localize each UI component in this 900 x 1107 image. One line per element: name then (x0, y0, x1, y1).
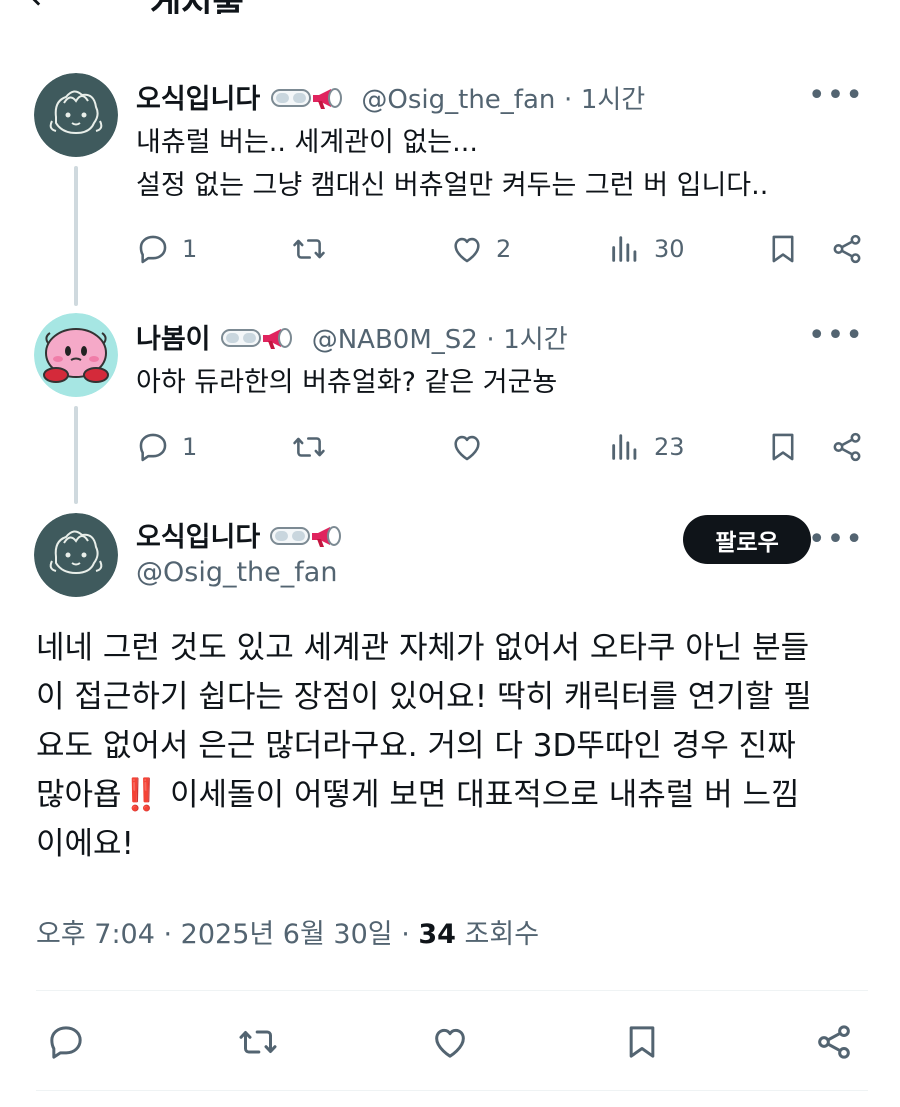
divider (36, 1090, 868, 1091)
heart-icon (454, 237, 480, 263)
timestamp[interactable]: 1시간 (581, 85, 645, 115)
bookmark-button[interactable] (618, 1018, 666, 1066)
bookmark-button[interactable] (766, 229, 800, 269)
views-icon (612, 434, 637, 460)
tweet-actions: 1 23 (136, 427, 866, 467)
separator-dot: · (401, 919, 419, 950)
tweet-header: 나봄이 @NAB0M_S2 · 1시간 (136, 317, 568, 359)
post-text-line: 네네 그런 것도 있고 세계관 자체가 없어서 오타쿠 아닌 분들 (36, 630, 810, 666)
avatar[interactable] (34, 313, 118, 397)
display-name[interactable]: 오식입니다 (136, 515, 352, 557)
reply-button[interactable]: 1 (136, 427, 197, 467)
user-handle[interactable]: @Osig_the_fan (136, 557, 337, 588)
tweet-text: 아하 듀라한의 버츄얼화? 같은 거군뇽 (136, 361, 557, 404)
more-icon[interactable]: ••• (808, 78, 864, 113)
bookmark-icon (629, 1026, 655, 1058)
repost-button[interactable] (292, 427, 326, 467)
arrow-left-icon[interactable]: ← (30, 0, 59, 14)
bookmark-icon (772, 433, 794, 461)
repost-button[interactable] (234, 1018, 282, 1066)
tweet-header: 오식입니다 @Osig_the_fan · 1시간 (136, 77, 645, 119)
goggles-megaphone-icon (270, 84, 353, 119)
more-icon[interactable]: ••• (808, 318, 864, 353)
repost-icon (293, 437, 325, 457)
separator-dot: · (163, 919, 181, 950)
repost-icon (293, 239, 325, 259)
views-count: 34 (418, 919, 456, 950)
like-count: 2 (496, 235, 512, 263)
tweet-text: 내츄럴 버는.. 세계관이 없는... 설정 없는 그냥 캠대신 버츄얼만 켜두… (136, 121, 768, 207)
share-button[interactable] (830, 427, 864, 467)
more-icon[interactable]: ••• (808, 522, 864, 557)
like-button[interactable] (426, 1018, 474, 1066)
user-handle[interactable]: @Osig_the_fan (361, 85, 555, 115)
separator-dot: · (486, 325, 495, 355)
display-name-text: 오식입니다 (136, 522, 261, 553)
like-button[interactable] (450, 427, 484, 467)
timestamp[interactable]: 1시간 (503, 325, 567, 355)
tweet-text-line: 설정 없는 그냥 캠대신 버츄얼만 켜두는 그런 버 입니다.. (136, 170, 769, 201)
reply-count: 1 (182, 235, 198, 263)
thread-line (74, 166, 78, 306)
reply-button[interactable] (42, 1018, 90, 1066)
post-actions (0, 1018, 900, 1066)
tweet-text-line: 내츄럴 버는.. 세계관이 없는... (136, 127, 478, 158)
follow-button[interactable]: 팔로우 (683, 515, 811, 564)
views-button[interactable]: 30 (608, 229, 685, 269)
post-text-line: 이 접근하기 쉽다는 장점이 있어요! 딱히 캐릭터를 연기할 필 (36, 679, 812, 715)
heart-icon (454, 435, 480, 461)
reply-icon (139, 235, 167, 264)
views-label: 조회수 (464, 919, 540, 950)
post-date[interactable]: 2025년 6월 30일 (181, 919, 393, 950)
share-icon (818, 1025, 850, 1059)
heart-icon (435, 1028, 465, 1058)
top-bar: ← 게시물 (0, 0, 900, 14)
repost-icon (239, 1030, 277, 1054)
share-icon (833, 432, 861, 462)
share-button[interactable] (830, 229, 864, 269)
post-text: 네네 그런 것도 있고 세계관 자체가 없어서 오타쿠 아닌 분들 이 접근하기… (36, 624, 872, 869)
bookmark-icon (772, 235, 794, 263)
post-text-line: 많아욥‼️ 이세돌이 어떻게 보면 대표적으로 내츄럴 버 느낌 (36, 777, 800, 813)
display-name[interactable]: 오식입니다 (136, 84, 260, 115)
share-icon (833, 234, 861, 264)
reply-icon (50, 1026, 82, 1059)
post-time[interactable]: 오후 7:04 (36, 919, 155, 950)
share-button[interactable] (810, 1018, 858, 1066)
goggles-megaphone-icon (269, 522, 352, 557)
reply-icon (139, 433, 167, 462)
bookmark-button[interactable] (766, 427, 800, 467)
reply-button[interactable]: 1 (136, 229, 197, 269)
views-count: 23 (654, 433, 685, 461)
thread-line (74, 406, 78, 504)
like-button[interactable]: 2 (450, 229, 511, 269)
post-text-line: 이에요! (36, 826, 134, 862)
views-count: 30 (654, 235, 685, 263)
views-icon (612, 236, 637, 262)
post-meta: 오후 7:04 · 2025년 6월 30일 · 34 조회수 (36, 912, 539, 951)
tweet-actions: 1 2 30 (136, 229, 866, 269)
user-handle[interactable]: @NAB0M_S2 (312, 325, 478, 355)
avatar[interactable] (34, 513, 118, 597)
separator-dot: · (563, 85, 573, 115)
views-button[interactable]: 23 (608, 427, 685, 467)
page-title: 게시물 (150, 0, 244, 14)
repost-button[interactable] (292, 229, 326, 269)
post-text-line: 요도 없어서 은근 많더라구요. 거의 다 3D뚜따인 경우 진짜 (36, 728, 796, 764)
tweet-text-line: 아하 듀라한의 버츄얼화? 같은 거군뇽 (136, 367, 558, 398)
avatar[interactable] (34, 73, 118, 157)
divider (36, 990, 868, 991)
reply-count: 1 (182, 433, 198, 461)
display-name[interactable]: 나봄이 (136, 324, 211, 355)
goggles-megaphone-icon (221, 324, 303, 359)
